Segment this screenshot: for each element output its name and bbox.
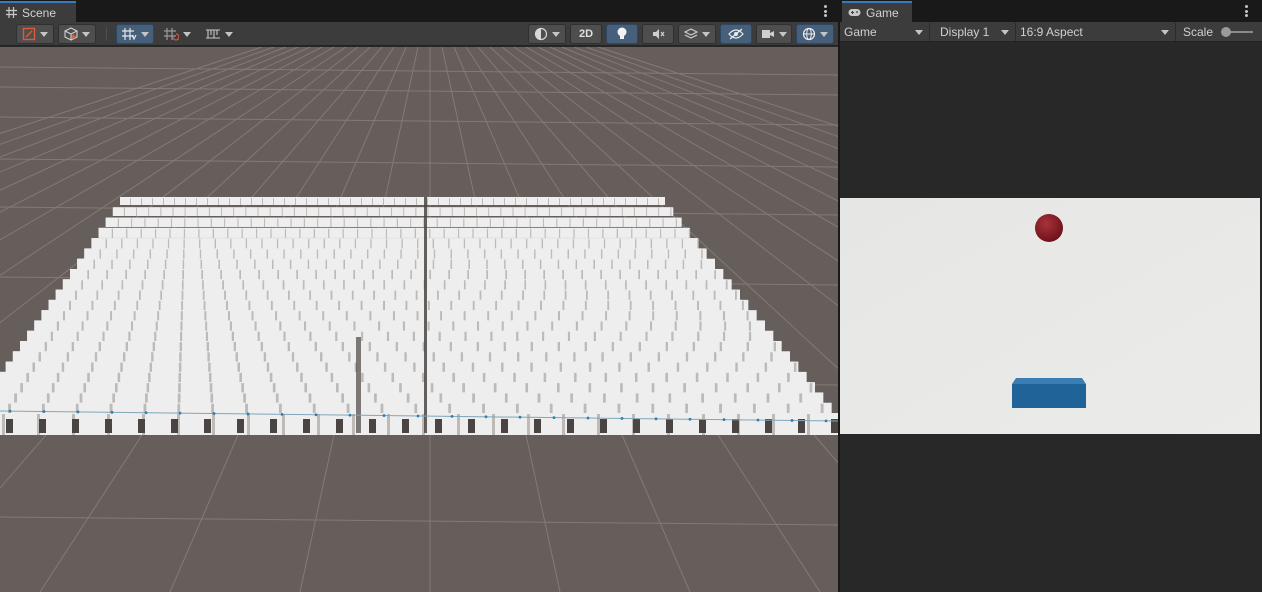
scene-panel: Scene 2D xyxy=(0,0,838,592)
scene-canvas xyxy=(0,47,838,592)
game-mode-value: Game xyxy=(844,25,877,39)
camera-icon xyxy=(762,30,774,38)
audio-toggle-button[interactable] xyxy=(642,24,674,44)
scene-viewport[interactable] xyxy=(0,47,838,592)
camera-dropdown[interactable] xyxy=(756,24,792,44)
increment-snap-dropdown[interactable] xyxy=(158,24,196,44)
scene-options-menu-icon[interactable] xyxy=(822,4,828,18)
ruler-dropdown[interactable] xyxy=(200,24,238,44)
draw-mode-dropdown[interactable] xyxy=(16,24,54,44)
lighting-toggle-button[interactable] xyxy=(606,24,638,44)
domino-field xyxy=(0,197,838,435)
light-bulb-icon xyxy=(617,27,627,39)
scene-toolbar: 2D xyxy=(0,22,838,46)
scene-tab-bar: Scene xyxy=(0,0,838,22)
grid-snap-dropdown[interactable] xyxy=(116,24,154,44)
game-canvas xyxy=(840,198,1260,434)
scale-label: Scale xyxy=(1183,25,1214,39)
tab-scene[interactable]: Scene xyxy=(0,1,76,22)
effects-layers-icon xyxy=(684,28,698,39)
effects-dropdown[interactable] xyxy=(678,24,716,44)
display-dropdown[interactable]: Display 1 xyxy=(936,23,1016,41)
sphere-shading-icon xyxy=(534,27,548,41)
game-mode-dropdown[interactable]: Game xyxy=(840,23,930,41)
aspect-dropdown[interactable]: 16:9 Aspect xyxy=(1016,23,1176,41)
hidden-eye-icon xyxy=(728,28,744,40)
display-value: Display 1 xyxy=(940,25,990,39)
tab-game[interactable]: Game xyxy=(842,1,912,22)
game-tab-bar: Game xyxy=(840,0,1262,22)
grid-hash-icon xyxy=(6,7,17,18)
game-panel: Game Game Display 1 16:9 Aspect Scale xyxy=(840,0,1262,592)
increment-snap-icon xyxy=(164,28,179,41)
scene-tab-label: Scene xyxy=(22,5,57,20)
gizmos-dropdown[interactable] xyxy=(796,24,834,44)
ruler-icon xyxy=(206,29,220,39)
shading-cube-icon xyxy=(64,27,78,41)
shading-cube-dropdown[interactable] xyxy=(58,24,96,44)
draw-mode-icon xyxy=(22,27,36,41)
shading-mode-dropdown[interactable] xyxy=(528,24,566,44)
gizmos-globe-icon xyxy=(802,27,816,41)
aspect-value: 16:9 Aspect xyxy=(1020,25,1083,39)
game-viewport[interactable] xyxy=(840,198,1260,434)
scale-control[interactable]: Scale xyxy=(1179,23,1259,41)
game-options-menu-icon[interactable] xyxy=(1243,4,1249,18)
grid-snap-icon xyxy=(122,28,137,41)
scale-slider-handle[interactable] xyxy=(1221,27,1231,37)
mute-audio-icon xyxy=(653,29,665,39)
toggle-2d-label: 2D xyxy=(578,28,594,40)
scene-visibility-button[interactable] xyxy=(720,24,752,44)
paddle xyxy=(1012,378,1086,408)
gamepad-icon xyxy=(848,9,861,16)
ball xyxy=(1035,214,1063,242)
game-toolbar: Game Display 1 16:9 Aspect Scale xyxy=(840,22,1262,42)
game-tab-label: Game xyxy=(866,5,899,20)
toggle-2d-button[interactable]: 2D xyxy=(570,24,602,44)
